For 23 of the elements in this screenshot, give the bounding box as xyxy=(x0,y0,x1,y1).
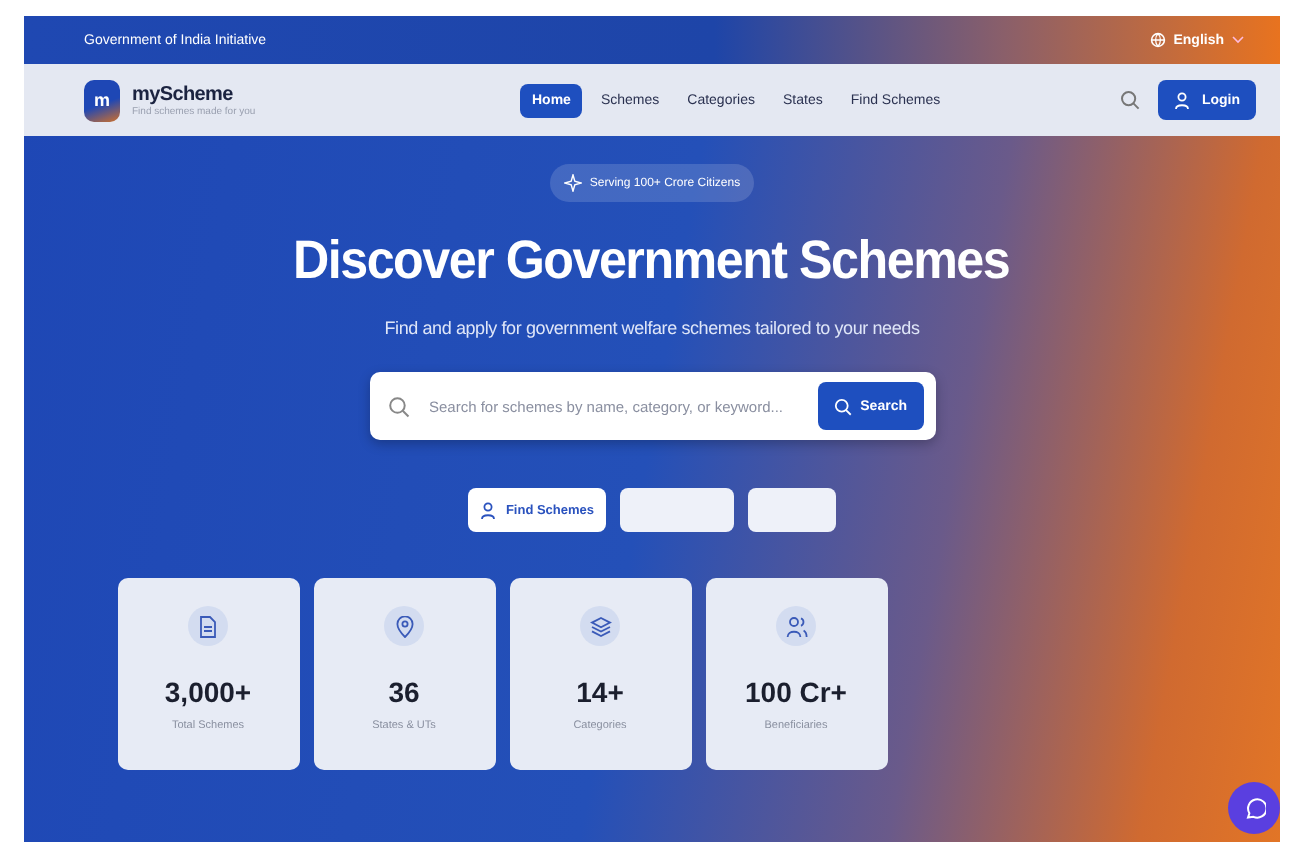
document-icon xyxy=(198,615,218,637)
search-icon xyxy=(387,395,409,417)
logo-icon: m xyxy=(84,79,120,121)
sparkle-icon xyxy=(563,174,582,192)
layers-icon xyxy=(589,615,611,637)
hero-subtitle: Find and apply for government welfare schemes tailored to your needs xyxy=(384,318,920,338)
chat-button[interactable] xyxy=(1228,782,1280,834)
location-pin-icon xyxy=(395,615,413,637)
search-icon xyxy=(834,397,853,415)
stat-value: 100 Cr+ xyxy=(745,676,847,708)
stat-value: 36 xyxy=(388,676,420,708)
globe-icon xyxy=(1149,32,1166,48)
blank-button[interactable] xyxy=(748,488,837,532)
user-icon xyxy=(479,501,496,519)
caret-icon xyxy=(1232,36,1244,44)
chat-bubble-icon xyxy=(1242,796,1266,820)
stat-value: 3,000+ xyxy=(164,676,252,708)
brand-name: myScheme xyxy=(132,83,235,105)
search-icon[interactable] xyxy=(1119,90,1140,110)
user-icon xyxy=(1173,91,1190,109)
stat-value: 14+ xyxy=(576,676,624,708)
hero-title: Discover Government Schemes xyxy=(293,230,1011,292)
users-icon xyxy=(785,615,807,637)
